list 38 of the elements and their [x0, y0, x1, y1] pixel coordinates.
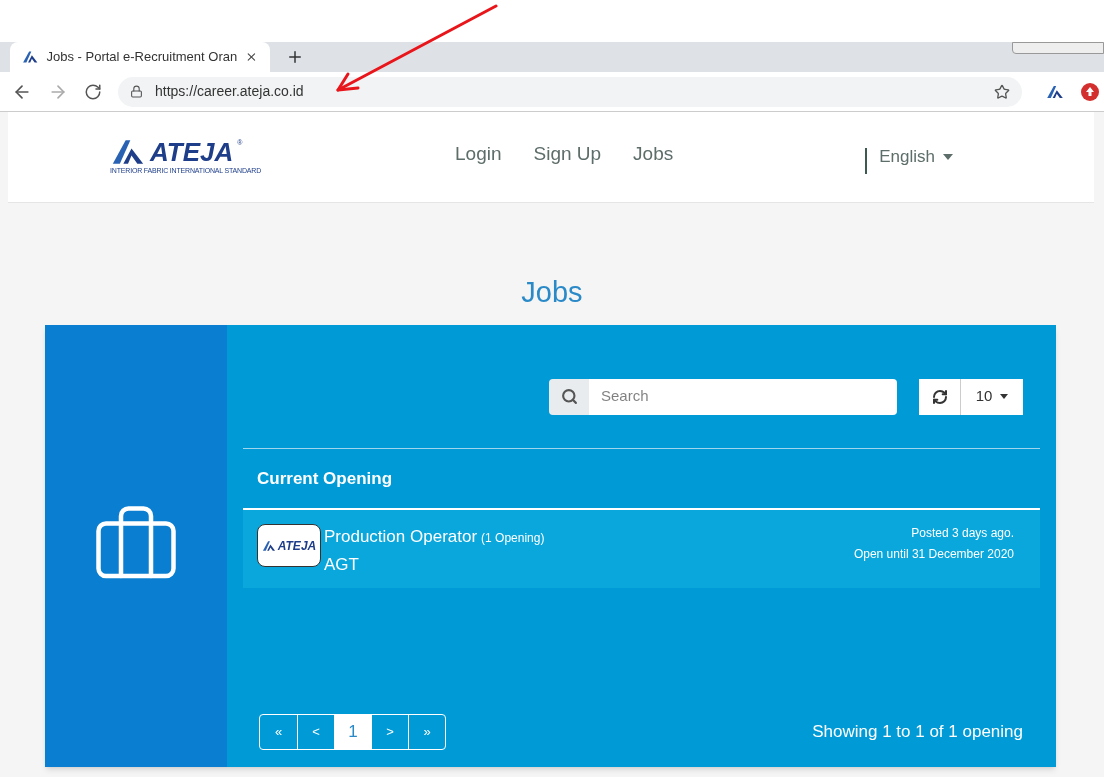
- section-title: Current Opening: [256, 467, 394, 490]
- page-size-dropdown[interactable]: 10: [961, 378, 1023, 415]
- star-icon[interactable]: [994, 83, 1010, 100]
- logo-icon: [261, 539, 276, 552]
- nav-link[interactable]: Sign Up: [533, 139, 602, 169]
- language-dropdown[interactable]: English: [879, 144, 953, 170]
- url-text: https://career.ateja.co.id: [155, 82, 304, 101]
- results-summary: Showing 1 to 1 of 1 opening: [812, 720, 1023, 743]
- tab-title: Jobs - Portal e-Recruitment Oran: [46, 48, 238, 67]
- lock-icon: [130, 85, 143, 98]
- logo-icon: [110, 137, 146, 166]
- logo-icon: [1046, 83, 1064, 100]
- search-field[interactable]: Search: [589, 378, 897, 415]
- job-location: AGT: [324, 553, 360, 576]
- close-icon[interactable]: [245, 50, 258, 64]
- nav-link[interactable]: Jobs: [633, 139, 674, 169]
- open-until-date: Open until 31 December 2020: [853, 546, 1014, 563]
- logo-icon: [22, 50, 39, 64]
- posted-date: Posted 3 days ago.: [911, 525, 1014, 542]
- reload-icon[interactable]: [84, 82, 102, 101]
- search-icon: [560, 388, 578, 405]
- refresh-icon: [931, 388, 948, 405]
- refresh-button[interactable]: [919, 378, 961, 415]
- nav-link[interactable]: Login: [455, 139, 502, 169]
- page-title: Jobs: [521, 275, 583, 310]
- pagination-button[interactable]: «: [260, 714, 297, 749]
- pagination-button[interactable]: 1: [334, 714, 371, 749]
- pagination-button[interactable]: >: [371, 714, 408, 749]
- pagination-button[interactable]: »: [408, 714, 445, 749]
- company-logo-name: ATEJA: [277, 537, 317, 555]
- address-field[interactable]: https://career.ateja.co.id: [118, 76, 1022, 107]
- upload-extension-icon[interactable]: [1080, 81, 1100, 102]
- opening-count: (1 Opening): [481, 530, 545, 547]
- logo-name: ATEJA: [150, 138, 234, 165]
- browser-tab[interactable]: Jobs - Portal e-Recruitment Oran: [10, 42, 270, 72]
- job-title[interactable]: Production Operator: [324, 524, 478, 550]
- job-row[interactable]: ATEJA Production Operator (1 Opening) AGT Posted 3 days ago. Open until 31 December 2020: [243, 510, 1040, 588]
- new-tab-icon[interactable]: [286, 48, 304, 66]
